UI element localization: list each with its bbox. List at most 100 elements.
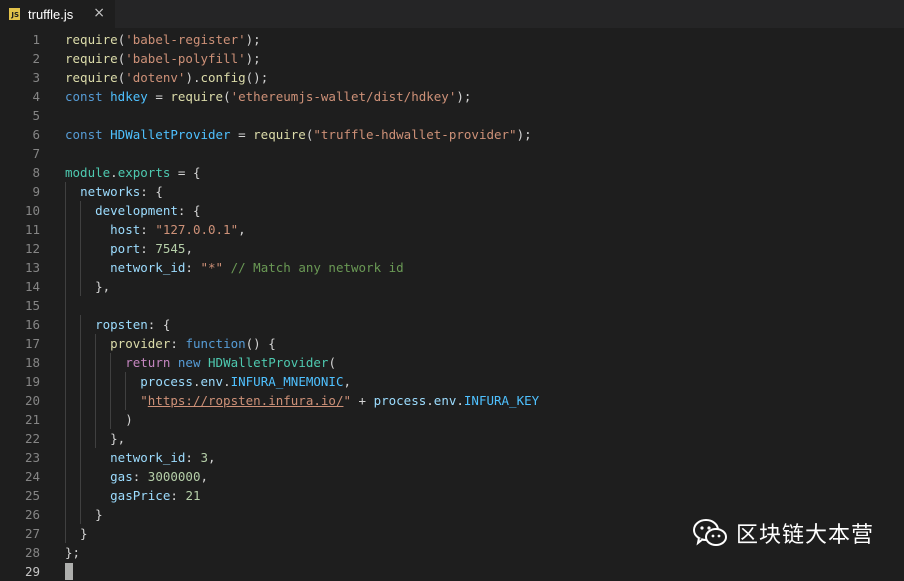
- watermark: 区块链大本营: [692, 517, 874, 549]
- code-line[interactable]: 9 networks: {: [0, 182, 904, 201]
- line-number: 19: [24, 374, 40, 389]
- code-line[interactable]: 1 require('babel-register');: [0, 30, 904, 49]
- code-token: ,: [208, 450, 216, 465]
- code-line[interactable]: 2 require('babel-polyfill');: [0, 49, 904, 68]
- code-text: network_id: 3,: [65, 448, 216, 467]
- code-token: ,: [238, 222, 246, 237]
- code-line[interactable]: 25 gasPrice: 21: [0, 486, 904, 505]
- code-line[interactable]: 22 },: [0, 429, 904, 448]
- code-line[interactable]: 23 network_id: 3,: [0, 448, 904, 467]
- code-line[interactable]: 12 port: 7545,: [0, 239, 904, 258]
- code-token: :: [185, 260, 201, 275]
- line-number: 17: [24, 336, 40, 351]
- tab-truffle-js[interactable]: JS truffle.js ×: [0, 0, 115, 28]
- code-line[interactable]: 17 provider: function() {: [0, 334, 904, 353]
- code-text: provider: function() {: [65, 334, 276, 353]
- code-line[interactable]: 29: [0, 562, 904, 581]
- line-number: 22: [24, 431, 40, 446]
- code-line[interactable]: 15: [0, 296, 904, 315]
- code-token: );: [456, 89, 472, 104]
- code-text: gas: 3000000,: [65, 467, 208, 486]
- code-token: 7545: [155, 241, 186, 256]
- line-number: 2: [32, 51, 40, 66]
- code-token: "*": [200, 260, 224, 275]
- code-text: const hdkey = require('ethereumjs-wallet…: [65, 87, 471, 106]
- code-line[interactable]: 18 return new HDWalletProvider(: [0, 353, 904, 372]
- code-line[interactable]: 11 host: "127.0.0.1",: [0, 220, 904, 239]
- line-number: 26: [24, 507, 40, 522]
- line-number: 14: [24, 279, 40, 294]
- code-text: development: {: [65, 201, 200, 220]
- line-number: 27: [24, 526, 40, 541]
- code-token: function: [185, 336, 246, 351]
- code-line[interactable]: 7: [0, 144, 904, 163]
- code-token: ): [65, 412, 133, 427]
- code-line[interactable]: 6 const HDWalletProvider = require("truff…: [0, 125, 904, 144]
- code-token: 'babel-polyfill': [125, 51, 246, 66]
- code-token: host: [110, 222, 141, 237]
- code-editor[interactable]: 1 require('babel-register'); 2 require('bab…: [0, 30, 904, 580]
- line-number: 3: [32, 70, 40, 85]
- code-token: require: [65, 32, 118, 47]
- code-token: }: [65, 507, 103, 522]
- code-token: require: [170, 89, 224, 104]
- code-text: "https://ropsten.infura.io/" + process.e…: [65, 391, 539, 410]
- code-line[interactable]: 20 "https://ropsten.infura.io/" + proces…: [0, 391, 904, 410]
- code-text: },: [65, 277, 110, 296]
- code-text: port: 7545,: [65, 239, 193, 258]
- code-token: );: [245, 51, 261, 66]
- code-token: const: [65, 89, 111, 104]
- code-line[interactable]: 21 ): [0, 410, 904, 429]
- code-text: ): [65, 410, 133, 429]
- code-token: +: [351, 393, 374, 408]
- code-token: .: [110, 165, 118, 180]
- code-token: 21: [185, 488, 201, 503]
- code-line[interactable]: 13 network_id: "*" // Match any network …: [0, 258, 904, 277]
- code-line[interactable]: 14 },: [0, 277, 904, 296]
- code-text: return new HDWalletProvider(: [65, 353, 336, 372]
- code-token: },: [65, 279, 111, 294]
- code-line[interactable]: 3 require('dotenv').config();: [0, 68, 904, 87]
- code-token: // Match any network id: [230, 260, 404, 275]
- code-token: :: [140, 222, 156, 237]
- code-token: hdkey: [110, 89, 148, 104]
- code-line[interactable]: 8 module.exports = {: [0, 163, 904, 182]
- watermark-text: 区块链大本营: [735, 523, 874, 548]
- code-text: }: [65, 524, 88, 543]
- code-line[interactable]: 19 process.env.INFURA_MNEMONIC,: [0, 372, 904, 391]
- line-number: 8: [32, 165, 40, 180]
- indent-guide: [80, 201, 82, 296]
- line-number: 29: [24, 564, 40, 579]
- line-number: 28: [24, 545, 40, 560]
- code-token: (: [223, 89, 231, 104]
- code-text: network_id: "*" // Match any network id: [65, 258, 404, 277]
- code-line[interactable]: 24 gas: 3000000,: [0, 467, 904, 486]
- code-line[interactable]: 16 ropsten: {: [0, 315, 904, 334]
- code-text: gasPrice: 21: [65, 486, 201, 505]
- code-token: port: [110, 241, 141, 256]
- code-line[interactable]: 4 const hdkey = require('ethereumjs-walle…: [0, 87, 904, 106]
- code-line[interactable]: 10 development: {: [0, 201, 904, 220]
- code-text: const HDWalletProvider = require("truffl…: [65, 125, 532, 144]
- code-token: 3: [200, 450, 209, 465]
- indent-guide: [110, 353, 112, 429]
- indent-guide: [65, 182, 66, 543]
- code-token: : {: [140, 184, 163, 199]
- code-token: env: [433, 393, 457, 408]
- line-number: 15: [24, 298, 40, 313]
- code-token: development: [95, 203, 178, 218]
- close-icon[interactable]: ×: [93, 5, 105, 21]
- code-token: require: [65, 51, 118, 66]
- line-number: 4: [32, 89, 40, 104]
- code-line[interactable]: 5: [0, 106, 904, 125]
- code-token: () {: [245, 336, 276, 351]
- code-token: ,: [343, 374, 352, 389]
- code-token: "127.0.0.1": [155, 222, 239, 237]
- code-token: gasPrice: [110, 488, 171, 503]
